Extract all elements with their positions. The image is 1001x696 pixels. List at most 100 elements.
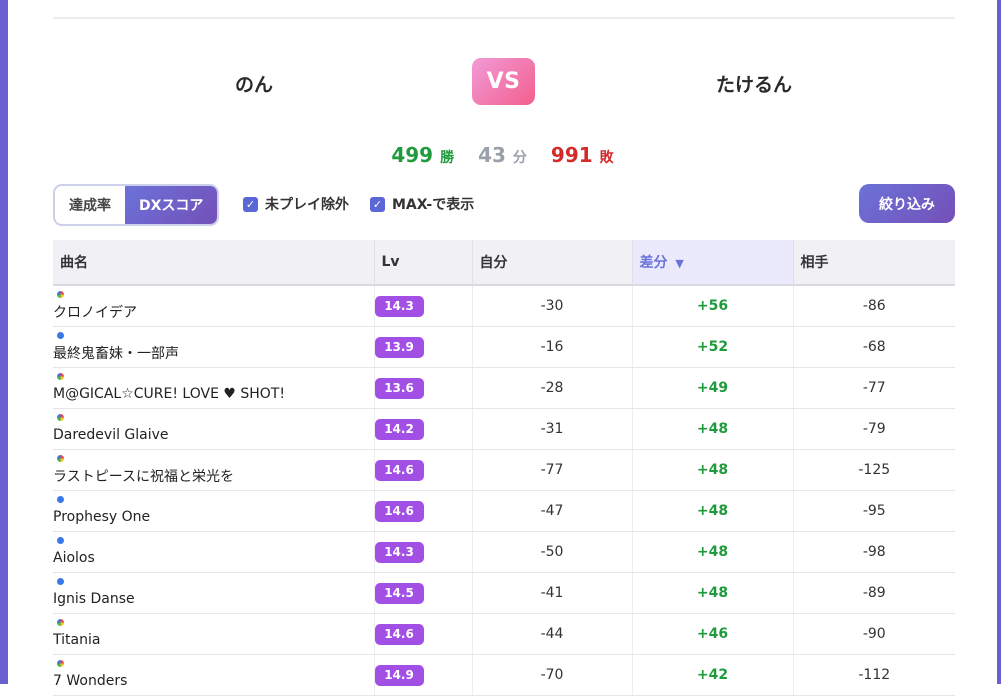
- level-cell: 14.9: [374, 654, 473, 696]
- window-right-edge: [997, 0, 1001, 684]
- exclude-unplayed-checkbox[interactable]: ✓ 未プレイ除外: [243, 194, 349, 214]
- score-diff: +48: [632, 531, 794, 573]
- table-row[interactable]: Ignis Danse 14.5 -41 +48 -89: [53, 572, 955, 614]
- table-row[interactable]: Prophesy One 14.6 -47 +48 -95: [53, 490, 955, 532]
- mode-tab-achievement[interactable]: 達成率: [55, 186, 125, 224]
- score-diff: +48: [632, 408, 794, 450]
- column-header-diff-label: 差分: [639, 255, 668, 271]
- checkmark-icon: ✓: [370, 196, 385, 212]
- level-badge: 14.5: [374, 582, 424, 604]
- table-row[interactable]: M@GICAL☆CURE! LOVE ♥ SHOT! 13.6 -28 +49 -77: [53, 367, 955, 409]
- table-row[interactable]: クロノイデア 14.3 -30 +56 -86: [53, 285, 955, 327]
- standard-icon: [57, 537, 64, 544]
- level-cell: 13.6: [374, 367, 473, 409]
- column-header-diff[interactable]: 差分 ▼: [632, 240, 794, 286]
- divider: [53, 17, 955, 19]
- opponent-score: -77: [793, 367, 955, 409]
- song-title-cell: クロノイデア: [53, 285, 375, 327]
- dx-icon: [57, 373, 64, 380]
- song-title: Prophesy One: [53, 509, 151, 525]
- table-row[interactable]: Aiolos 14.3 -50 +48 -98: [53, 531, 955, 573]
- table-row[interactable]: ラストピースに祝福と栄光を 14.6 -77 +48 -125: [53, 449, 955, 491]
- self-score: -44: [472, 613, 633, 655]
- show-max-minus-label: MAX-で表示: [392, 197, 475, 213]
- song-title-cell: 7 Wonders: [53, 654, 375, 696]
- score-diff: +56: [632, 285, 794, 327]
- vs-badge: VS: [472, 58, 535, 105]
- song-title: Titania: [53, 632, 101, 648]
- song-title: Aiolos: [53, 550, 95, 566]
- column-header-opponent[interactable]: 相手: [793, 240, 955, 286]
- song-title: M@GICAL☆CURE! LOVE ♥ SHOT!: [53, 386, 285, 402]
- draws-group: 43 分: [478, 143, 527, 167]
- song-title: ラストピースに祝福と栄光を: [53, 469, 235, 485]
- song-title: 7 Wonders: [53, 673, 128, 689]
- win-loss-record: 499 勝 43 分 991 敗: [8, 143, 997, 167]
- level-cell: 14.3: [374, 285, 473, 327]
- level-cell: 14.5: [374, 572, 473, 614]
- level-badge: 13.6: [374, 377, 424, 399]
- self-score: -28: [472, 367, 633, 409]
- standard-icon: [57, 496, 64, 503]
- self-score: -41: [472, 572, 633, 614]
- comparison-card: のん VS たけるん 499 勝 43 分 991 敗 達成率 DXスコア ✓ …: [8, 0, 997, 696]
- table-row[interactable]: 最終鬼畜妹・一部声 13.9 -16 +52 -68: [53, 326, 955, 368]
- level-cell: 14.2: [374, 408, 473, 450]
- song-title: クロノイデア: [53, 305, 137, 321]
- dx-icon: [57, 291, 64, 298]
- draws-label: 分: [512, 150, 527, 166]
- column-header-level[interactable]: Lv: [374, 240, 473, 286]
- self-score: -47: [472, 490, 633, 532]
- score-mode-toggle: 達成率 DXスコア: [53, 184, 220, 226]
- song-title-cell: Aiolos: [53, 531, 375, 573]
- standard-icon: [57, 578, 64, 585]
- table-row[interactable]: 7 Wonders 14.9 -70 +42 -112: [53, 654, 955, 696]
- song-title-cell: ラストピースに祝福と栄光を: [53, 449, 375, 491]
- song-title-cell: Ignis Danse: [53, 572, 375, 614]
- level-badge: 14.6: [374, 623, 424, 645]
- self-score: -50: [472, 531, 633, 573]
- level-cell: 14.3: [374, 531, 473, 573]
- mode-tab-dx-score[interactable]: DXスコア: [125, 186, 218, 224]
- song-title-cell: Prophesy One: [53, 490, 375, 532]
- show-max-minus-checkbox[interactable]: ✓ MAX-で表示: [370, 194, 474, 214]
- draws-count: 43: [478, 143, 506, 167]
- losses-label: 敗: [599, 150, 614, 166]
- column-header-self[interactable]: 自分: [472, 240, 633, 286]
- table-row[interactable]: Titania 14.6 -44 +46 -90: [53, 613, 955, 655]
- level-badge: 14.2: [374, 418, 424, 440]
- standard-icon: [57, 332, 64, 339]
- level-badge: 14.6: [374, 459, 424, 481]
- opponent-score: -95: [793, 490, 955, 532]
- score-diff: +42: [632, 654, 794, 696]
- checkmark-icon: ✓: [243, 196, 258, 212]
- filter-button[interactable]: 絞り込み: [859, 184, 955, 223]
- score-diff: +48: [632, 449, 794, 491]
- opponent-score: -68: [793, 326, 955, 368]
- opponent-score: -98: [793, 531, 955, 573]
- song-title-cell: 最終鬼畜妹・一部声: [53, 326, 375, 368]
- level-badge: 14.6: [374, 500, 424, 522]
- opponent-score: -89: [793, 572, 955, 614]
- score-diff: +48: [632, 572, 794, 614]
- self-score: -16: [472, 326, 633, 368]
- song-title-cell: Titania: [53, 613, 375, 655]
- exclude-unplayed-label: 未プレイ除外: [265, 197, 349, 213]
- wins-group: 499 勝: [391, 143, 454, 167]
- column-header-title[interactable]: 曲名: [53, 240, 375, 286]
- table-row[interactable]: Daredevil Glaive 14.2 -31 +48 -79: [53, 408, 955, 450]
- score-comparison-table: 曲名 Lv 自分 差分 ▼ 相手 クロノイデア 14.3 -30 +56 -86 最終鬼畜…: [53, 240, 955, 696]
- level-cell: 14.6: [374, 613, 473, 655]
- table-header-row: 曲名 Lv 自分 差分 ▼ 相手: [53, 240, 955, 286]
- song-title: Daredevil Glaive: [53, 427, 169, 443]
- level-cell: 14.6: [374, 449, 473, 491]
- sort-desc-icon: ▼: [675, 257, 684, 270]
- song-title-cell: Daredevil Glaive: [53, 408, 375, 450]
- table-body: クロノイデア 14.3 -30 +56 -86 最終鬼畜妹・一部声 13.9 -16 +52 -6…: [53, 285, 955, 696]
- opponent-score: -79: [793, 408, 955, 450]
- level-cell: 14.6: [374, 490, 473, 532]
- score-diff: +48: [632, 490, 794, 532]
- dx-icon: [57, 455, 64, 462]
- player-self-name: のん: [234, 74, 273, 96]
- score-diff: +46: [632, 613, 794, 655]
